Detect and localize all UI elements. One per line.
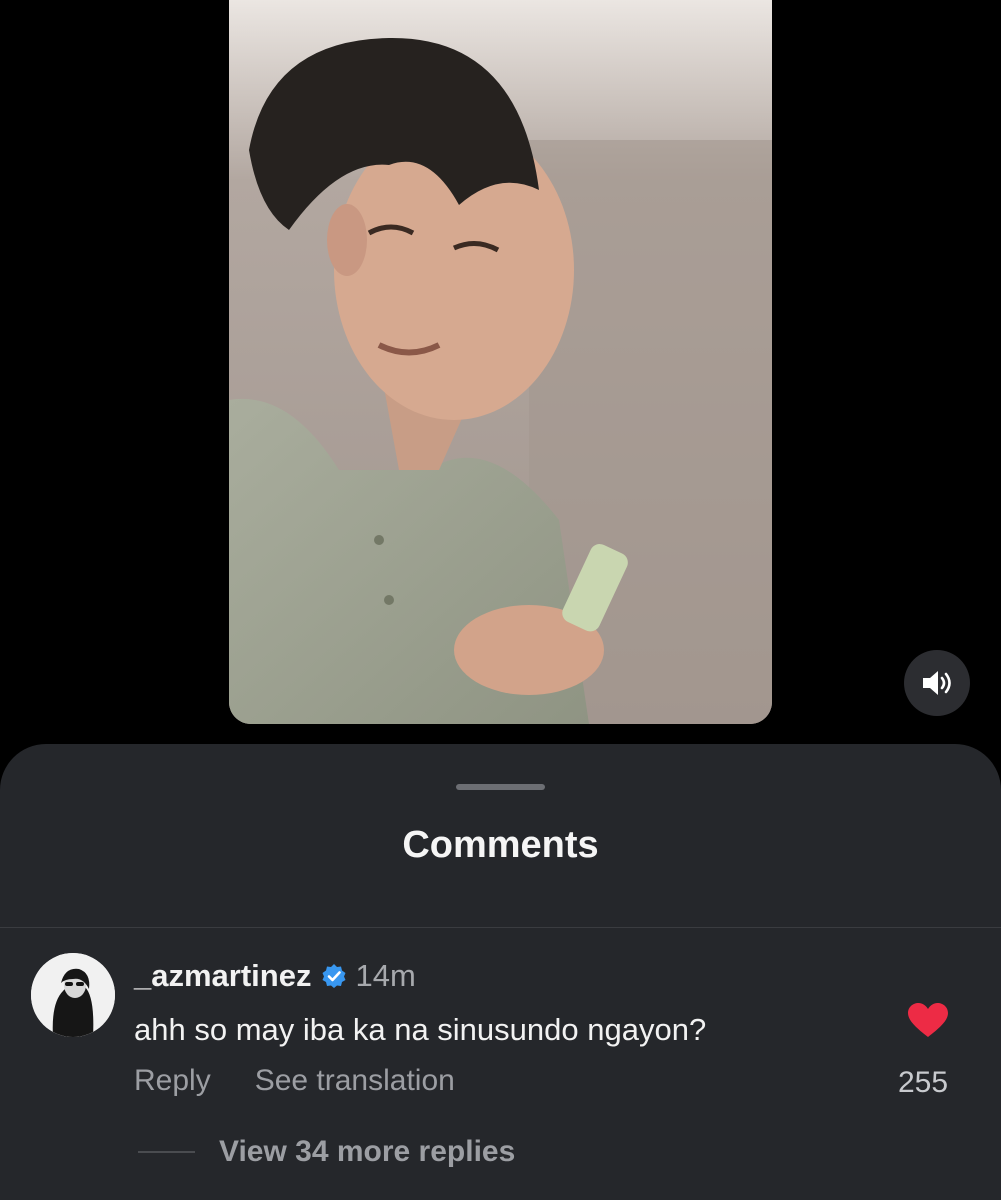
heart-icon[interactable] (907, 1003, 949, 1044)
comment-text: ahh so may iba ka na sinusundo ngayon? (134, 1012, 707, 1047)
avatar[interactable] (31, 953, 115, 1037)
divider (0, 927, 1001, 928)
view-more-replies-label: View 34 more replies (219, 1135, 516, 1168)
comment-timestamp: 14m (355, 958, 416, 993)
comment-header: _azmartinez 14m (134, 958, 416, 994)
comment-actions: Reply See translation (134, 1064, 455, 1098)
replies-line (138, 1151, 195, 1153)
comments-sheet: Comments _azmartinez 14m ahh so may iba … (0, 744, 1001, 1200)
view-more-replies-button[interactable]: View 34 more replies (138, 1135, 515, 1169)
reel-video[interactable] (229, 0, 772, 724)
sheet-title: Comments (402, 824, 599, 866)
like-count: 255 (898, 1066, 949, 1099)
speaker-icon (923, 671, 951, 695)
verified-badge-icon (321, 963, 347, 989)
mute-toggle-button[interactable] (904, 650, 970, 716)
comment-username[interactable]: _azmartinez (134, 958, 311, 994)
sheet-drag-handle[interactable] (456, 784, 545, 790)
reply-button[interactable]: Reply (134, 1064, 211, 1098)
see-translation-button[interactable]: See translation (255, 1064, 455, 1098)
video-frame-image (229, 0, 772, 724)
